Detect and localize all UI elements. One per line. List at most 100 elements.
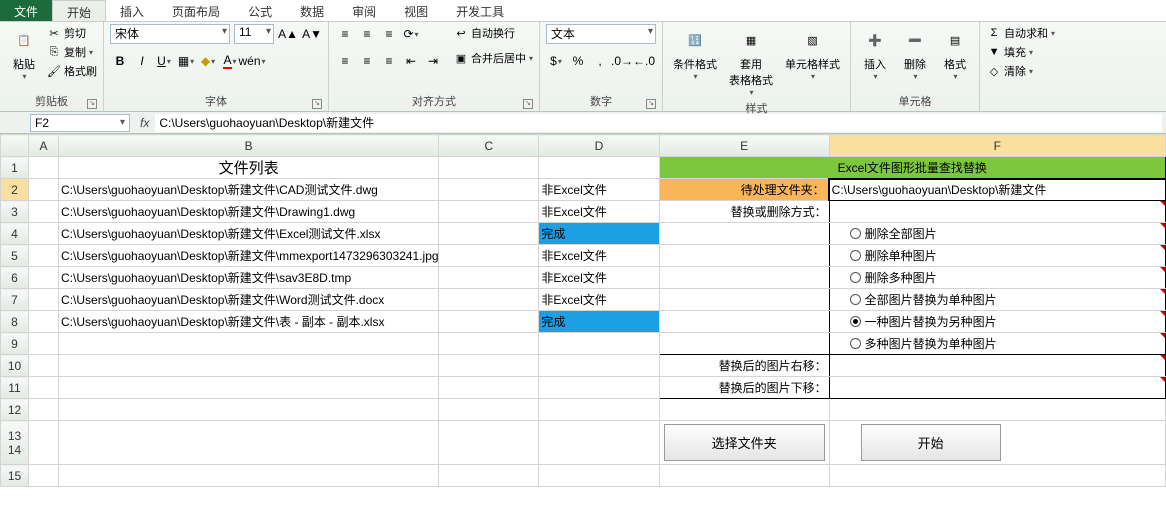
number-format-select[interactable]: 文本 — [546, 24, 656, 44]
align-center-button[interactable]: ≡ — [357, 51, 377, 71]
fill-color-button[interactable]: ◆▾ — [198, 51, 218, 71]
number-dialog-launcher[interactable]: ↘ — [646, 99, 656, 109]
font-name-select[interactable]: 宋体 — [110, 24, 230, 44]
cell-d5[interactable]: 非Excel文件 — [539, 245, 659, 267]
cell-b5[interactable]: C:\Users\guohaoyuan\Desktop\新建文件\mmexpor… — [59, 245, 439, 267]
border-button[interactable]: ▦▾ — [176, 51, 196, 71]
cut-button[interactable]: ✂剪切 — [46, 24, 97, 42]
conditional-format-button[interactable]: 🔢条件格式▾ — [669, 24, 721, 83]
tab-formula[interactable]: 公式 — [234, 0, 286, 21]
row-header-15[interactable]: 15 — [1, 465, 29, 487]
merge-center-button[interactable]: ▣合并后居中▾ — [453, 49, 533, 67]
align-left-button[interactable]: ≡ — [335, 51, 355, 71]
format-as-table-button[interactable]: ▦套用 表格格式▾ — [725, 24, 777, 99]
align-middle-button[interactable]: ≡ — [357, 24, 377, 44]
delete-cells-button[interactable]: ➖删除▾ — [897, 24, 933, 83]
cell-d3[interactable]: 非Excel文件 — [539, 201, 659, 223]
row-header-7[interactable]: 7 — [1, 289, 29, 311]
col-header-f[interactable]: F — [829, 135, 1165, 157]
cell-f2[interactable]: C:\Users\guohaoyuan\Desktop\新建文件 — [829, 179, 1165, 201]
radio-delete-single[interactable]: 删除单种图片 — [832, 247, 1163, 264]
cell-b3[interactable]: C:\Users\guohaoyuan\Desktop\新建文件\Drawing… — [59, 201, 439, 223]
row-header-5[interactable]: 5 — [1, 245, 29, 267]
select-folder-button[interactable]: 选择文件夹 — [664, 424, 825, 461]
font-dialog-launcher[interactable]: ↘ — [312, 99, 322, 109]
radio-replace-one-to-other[interactable]: 一种图片替换为另种图片 — [832, 313, 1163, 330]
comma-button[interactable]: , — [590, 51, 610, 71]
cell-b7[interactable]: C:\Users\guohaoyuan\Desktop\新建文件\Word测试文… — [59, 289, 439, 311]
row-header-1[interactable]: 1 — [1, 157, 29, 179]
radio-delete-all[interactable]: 删除全部图片 — [832, 225, 1163, 242]
cell-d8[interactable]: 完成 — [539, 311, 659, 333]
indent-dec-button[interactable]: ⇤ — [401, 51, 421, 71]
row-header-8[interactable]: 8 — [1, 311, 29, 333]
radio-replace-multi-to-one[interactable]: 多种图片替换为单种图片 — [832, 335, 1163, 352]
font-color-button[interactable]: A▾ — [220, 51, 240, 71]
align-top-button[interactable]: ≡ — [335, 24, 355, 44]
underline-button[interactable]: U▾ — [154, 51, 174, 71]
formula-input[interactable] — [155, 114, 1162, 132]
tab-review[interactable]: 审阅 — [338, 0, 390, 21]
select-all-corner[interactable] — [1, 135, 29, 157]
col-header-d[interactable]: D — [539, 135, 659, 157]
increase-decimal-button[interactable]: .0→ — [612, 51, 632, 71]
paste-button[interactable]: 📋 粘贴 ▾ — [6, 24, 42, 83]
row-header-10[interactable]: 10 — [1, 355, 29, 377]
tab-view[interactable]: 视图 — [390, 0, 442, 21]
percent-button[interactable]: % — [568, 51, 588, 71]
cell-d2[interactable]: 非Excel文件 — [539, 179, 659, 201]
orientation-button[interactable]: ⟳▾ — [401, 24, 421, 44]
autosum-button[interactable]: Σ自动求和▾ — [986, 24, 1055, 42]
spreadsheet-grid[interactable]: A B C D E F 1 文件列表 Excel文件图形批量查找替换 2 C:\… — [0, 134, 1166, 487]
col-header-a[interactable]: A — [29, 135, 59, 157]
bold-button[interactable]: B — [110, 51, 130, 71]
cell-styles-button[interactable]: ▧单元格样式▾ — [781, 24, 844, 83]
decrease-font-button[interactable]: A▼ — [302, 24, 322, 44]
row-header-2[interactable]: 2 — [1, 179, 29, 201]
wrap-text-button[interactable]: ↩自动换行 — [453, 24, 533, 42]
row-header-3[interactable]: 3 — [1, 201, 29, 223]
phonetic-button[interactable]: wén▾ — [242, 51, 262, 71]
cell-b4[interactable]: C:\Users\guohaoyuan\Desktop\新建文件\Excel测试… — [59, 223, 439, 245]
tab-insert[interactable]: 插入 — [106, 0, 158, 21]
tab-file[interactable]: 文件 — [0, 0, 52, 21]
fill-button[interactable]: ▼填充▾ — [986, 43, 1033, 61]
increase-font-button[interactable]: A▲ — [278, 24, 298, 44]
copy-button[interactable]: ⎘复制▾ — [46, 43, 97, 61]
col-header-e[interactable]: E — [659, 135, 829, 157]
format-cells-button[interactable]: ▤格式▾ — [937, 24, 973, 83]
font-size-select[interactable]: 11 — [234, 24, 274, 44]
indent-inc-button[interactable]: ⇥ — [423, 51, 443, 71]
row-header-12[interactable]: 12 — [1, 399, 29, 421]
row-header-9[interactable]: 9 — [1, 333, 29, 355]
start-button[interactable]: 开始 — [861, 424, 1001, 461]
radio-replace-all-to-one[interactable]: 全部图片替换为单种图片 — [832, 291, 1163, 308]
decrease-decimal-button[interactable]: ←.0 — [634, 51, 654, 71]
align-bottom-button[interactable]: ≡ — [379, 24, 399, 44]
col-header-c[interactable]: C — [439, 135, 539, 157]
cell-b2[interactable]: C:\Users\guohaoyuan\Desktop\新建文件\CAD测试文件… — [59, 179, 439, 201]
align-right-button[interactable]: ≡ — [379, 51, 399, 71]
align-dialog-launcher[interactable]: ↘ — [523, 99, 533, 109]
row-header-13[interactable]: 1314 — [1, 421, 29, 465]
fx-icon[interactable]: fx — [134, 116, 155, 130]
tab-data[interactable]: 数据 — [286, 0, 338, 21]
row-header-11[interactable]: 11 — [1, 377, 29, 399]
clear-button[interactable]: ◇清除▾ — [986, 62, 1033, 80]
cell-d6[interactable]: 非Excel文件 — [539, 267, 659, 289]
clipboard-dialog-launcher[interactable]: ↘ — [87, 99, 97, 109]
cell-d7[interactable]: 非Excel文件 — [539, 289, 659, 311]
cell-b6[interactable]: C:\Users\guohaoyuan\Desktop\新建文件\sav3E8D… — [59, 267, 439, 289]
tab-layout[interactable]: 页面布局 — [158, 0, 234, 21]
cell-d4[interactable]: 完成 — [539, 223, 659, 245]
insert-cells-button[interactable]: ➕插入▾ — [857, 24, 893, 83]
currency-button[interactable]: $▾ — [546, 51, 566, 71]
tab-dev[interactable]: 开发工具 — [442, 0, 518, 21]
cell-b8[interactable]: C:\Users\guohaoyuan\Desktop\新建文件\表 - 副本 … — [59, 311, 439, 333]
radio-delete-multi[interactable]: 删除多种图片 — [832, 269, 1163, 286]
row-header-4[interactable]: 4 — [1, 223, 29, 245]
row-header-6[interactable]: 6 — [1, 267, 29, 289]
format-painter-button[interactable]: 🖌格式刷 — [46, 62, 97, 80]
italic-button[interactable]: I — [132, 51, 152, 71]
cell-b1[interactable]: 文件列表 — [59, 157, 439, 179]
